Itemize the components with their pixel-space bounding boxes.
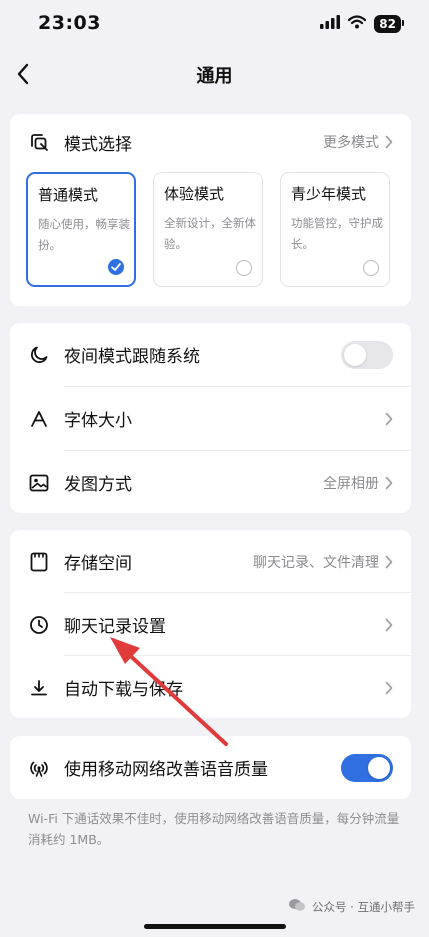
storage-row[interactable]: 存储空间 聊天记录、文件清理 <box>10 530 411 593</box>
image-send-value: 全屏相册 <box>323 475 379 492</box>
font-icon <box>28 408 50 430</box>
wifi-icon <box>348 14 367 33</box>
chat-history-label: 聊天记录设置 <box>64 617 166 637</box>
mode-selection-header[interactable]: 模式选择 更多模式 <box>10 114 411 170</box>
chevron-right-icon <box>385 135 393 149</box>
mode-selection-card: 模式选择 更多模式 普通模式 随心使用，畅享装扮。 体验模式 全新设计，全新体验… <box>10 114 411 306</box>
image-icon <box>28 472 50 494</box>
radio-icon <box>363 260 379 276</box>
chat-history-row[interactable]: 聊天记录设置 <box>10 593 411 656</box>
mode-selection-label: 模式选择 <box>64 134 132 155</box>
wechat-icon <box>288 898 306 915</box>
network-voice-row: 使用移动网络改善语音质量 <box>10 736 411 799</box>
font-size-row[interactable]: 字体大小 <box>10 387 411 450</box>
watermark: 公众号 · 互通小帮手 <box>288 898 415 915</box>
display-settings-card: 夜间模式跟随系统 字体大小 发图方式 全屏相册 <box>10 323 411 513</box>
mode-description: 随心使用，畅享装扮。 <box>38 217 130 252</box>
mode-title: 体验模式 <box>164 185 225 203</box>
battery-indicator: 82 <box>374 14 404 33</box>
status-time: 23:03 <box>38 12 101 34</box>
storage-value: 聊天记录、文件清理 <box>253 554 379 571</box>
toggle-knob <box>344 343 366 366</box>
auto-download-row[interactable]: 自动下载与保存 <box>10 656 411 718</box>
storage-label: 存储空间 <box>64 554 132 574</box>
mode-switch-icon <box>28 131 50 153</box>
night-mode-row: 夜间模式跟随系统 <box>10 323 411 386</box>
chevron-right-icon <box>385 681 393 695</box>
nav-bar: 通用 <box>0 48 429 100</box>
radio-icon <box>236 260 252 276</box>
font-size-label: 字体大小 <box>64 411 132 431</box>
clock-icon <box>28 614 50 636</box>
auto-download-label: 自动下载与保存 <box>64 680 183 700</box>
chevron-right-icon <box>385 476 393 490</box>
chevron-right-icon <box>385 555 393 569</box>
night-mode-toggle[interactable] <box>341 340 393 369</box>
watermark-text: 公众号 · 互通小帮手 <box>312 899 415 914</box>
night-mode-label: 夜间模式跟随系统 <box>64 347 200 367</box>
network-voice-label: 使用移动网络改善语音质量 <box>64 760 268 780</box>
status-icons: 82 <box>320 14 404 33</box>
signal-icon <box>320 14 341 33</box>
image-send-label: 发图方式 <box>64 475 132 495</box>
download-icon <box>28 677 50 699</box>
mode-description: 功能管控，守护成长。 <box>291 216 383 251</box>
mode-card-experience[interactable]: 体验模式 全新设计，全新体验。 <box>153 172 263 287</box>
chevron-right-icon <box>385 412 393 426</box>
toggle-knob <box>368 756 390 779</box>
more-modes-link[interactable]: 更多模式 <box>323 132 379 152</box>
network-signal-icon <box>28 757 50 779</box>
storage-settings-card: 存储空间 聊天记录、文件清理 聊天记录设置 自动下载与保存 <box>10 530 411 718</box>
storage-icon <box>28 551 50 573</box>
mode-description: 全新设计，全新体验。 <box>164 216 256 251</box>
status-bar: 23:03 82 <box>0 0 429 48</box>
mode-title: 普通模式 <box>38 186 99 204</box>
chevron-right-icon <box>385 618 393 632</box>
network-voice-card: 使用移动网络改善语音质量 <box>10 736 411 799</box>
checkmark-icon <box>108 259 124 275</box>
mode-card-teen[interactable]: 青少年模式 功能管控，守护成长。 <box>280 172 390 287</box>
moon-icon <box>28 344 50 366</box>
mode-card-normal[interactable]: 普通模式 随心使用，畅享装扮。 <box>26 172 136 287</box>
home-indicator[interactable] <box>144 924 286 929</box>
page-title: 通用 <box>196 66 233 87</box>
network-voice-note: Wi-Fi 下通话效果不佳时，使用移动网络改善语音质量，每分钟流量消耗约 1MB… <box>28 811 400 847</box>
mode-title: 青少年模式 <box>291 185 367 203</box>
network-voice-toggle[interactable] <box>341 753 393 782</box>
image-send-row[interactable]: 发图方式 全屏相册 <box>10 451 411 513</box>
